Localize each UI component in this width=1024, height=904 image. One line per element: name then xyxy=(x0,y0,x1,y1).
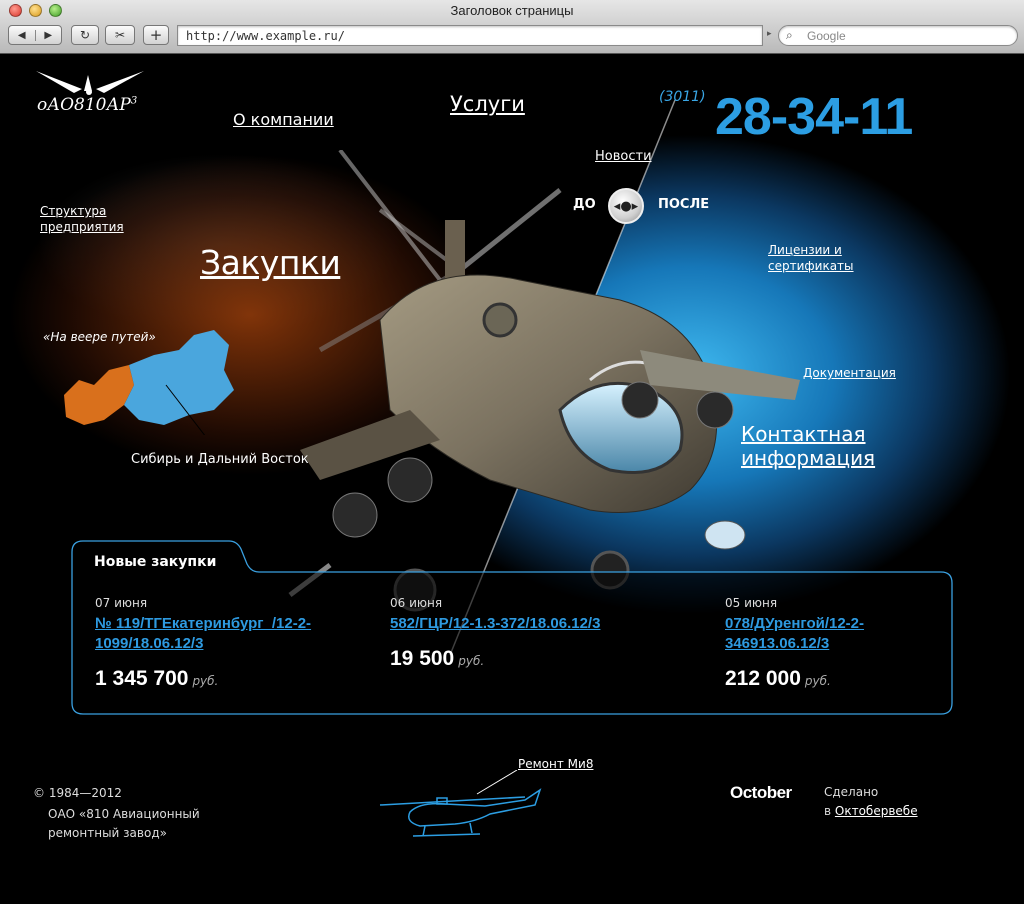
nav-link-documentation[interactable]: Документация xyxy=(803,366,896,380)
company-name: ОАО «810 Авиационный ремонтный завод» xyxy=(48,807,200,840)
new-purchases-panel: Новые закупки 07 июня № 119/ТГЕкатеринбу… xyxy=(71,540,953,715)
logo-text[interactable]: оАО810АР3 xyxy=(37,95,137,115)
made-label: Сделано xyxy=(824,785,879,799)
nav-link-purchases[interactable]: Закупки xyxy=(200,243,341,282)
made-in-line: в Октобервебе xyxy=(824,802,918,821)
phone-number: 28-34-11 xyxy=(715,88,913,146)
window-title: Заголовок страницы xyxy=(450,3,574,18)
address-bar[interactable]: http://www.example.ru/ xyxy=(177,25,763,46)
search-icon: ⌕ xyxy=(786,28,793,42)
repair-mi8-link[interactable]: Ремонт Ми8 xyxy=(518,757,593,771)
purchase-link[interactable]: 078/ДУренгой/12-2-346913.06.12/3 xyxy=(725,614,935,654)
nav-link-contacts[interactable]: Контактная информация xyxy=(741,422,901,470)
purchase-currency: руб. xyxy=(192,674,219,688)
snapback-button[interactable]: ✂ xyxy=(105,25,135,45)
october-logo[interactable]: October xyxy=(730,783,792,803)
search-field[interactable]: Google xyxy=(778,25,1018,46)
purchase-amount: 19 500 xyxy=(390,647,455,670)
back-arrow-icon[interactable]: ◀ xyxy=(9,30,35,41)
purchase-amount: 212 000 xyxy=(725,667,801,690)
purchase-item: 05 июня 078/ДУренгой/12-2-346913.06.12/3… xyxy=(725,596,935,691)
nav-link-structure[interactable]: Структура предприятия xyxy=(40,203,130,235)
after-label: ПОСЛЕ xyxy=(658,197,710,212)
purchase-item: 07 июня № 119/ТГЕкатеринбург_/12-2-1099/… xyxy=(95,596,325,691)
purchase-currency: руб. xyxy=(804,674,831,688)
webclip-icon: ✂ xyxy=(114,28,126,42)
purchase-sum: 1 345 700 руб. xyxy=(95,667,325,691)
developer-link[interactable]: Октобервебе xyxy=(835,804,918,818)
purchase-date: 07 июня xyxy=(95,596,148,610)
purchase-amount: 1 345 700 xyxy=(95,667,189,690)
before-after-toggle[interactable]: ◂●▸ xyxy=(608,188,644,224)
before-label: ДО xyxy=(573,197,596,212)
logo-wordmark: оАО810АР xyxy=(37,95,131,115)
forward-arrow-icon[interactable]: ▶ xyxy=(34,29,62,41)
plus-icon: + xyxy=(149,26,163,44)
reload-button[interactable]: ↻ xyxy=(71,25,99,45)
nav-link-news[interactable]: Новости xyxy=(595,149,652,164)
purchase-item: 06 июня 582/ГЦР/12-1.3-372/18.06.12/3 19… xyxy=(390,596,610,671)
phone-area-code: (3011) xyxy=(659,89,706,105)
purchase-sum: 19 500 руб. xyxy=(390,647,610,671)
logo-superscript: 3 xyxy=(130,95,138,107)
motto-text: «На веере путей» xyxy=(43,330,156,344)
browser-toolbar: Заголовок страницы ◀ ▶ ↻ ✂ + http://www.… xyxy=(0,0,1024,54)
purchase-date: 06 июня xyxy=(390,596,443,610)
nav-link-licenses[interactable]: Лицензии и сертификаты xyxy=(768,242,868,274)
add-bookmark-button[interactable]: + xyxy=(143,25,169,45)
made-by-credit: Сделано в Октобервебе xyxy=(824,783,918,821)
purchase-date: 05 июня xyxy=(725,596,778,610)
purchase-link[interactable]: № 119/ТГЕкатеринбург_/12-2-1099/18.06.12… xyxy=(95,614,325,654)
copyright: © 1984—2012 xyxy=(33,786,122,800)
reload-icon: ↻ xyxy=(79,28,91,42)
purchase-link[interactable]: 582/ГЦР/12-1.3-372/18.06.12/3 xyxy=(390,614,610,634)
web-page: оАО810АР3 О компании Услуги Новости Стру… xyxy=(0,55,1024,904)
toggle-arrows-icon: ◂●▸ xyxy=(613,198,639,214)
nav-link-about[interactable]: О компании xyxy=(233,110,334,129)
back-forward-group: ◀ ▶ xyxy=(8,25,62,45)
panel-title: Новые закупки xyxy=(94,554,217,570)
address-dropdown-icon[interactable]: ▸ xyxy=(767,29,772,39)
made-in-prefix: в xyxy=(824,804,832,818)
helicopter-outline-icon[interactable] xyxy=(375,770,545,845)
purchase-currency: руб. xyxy=(458,654,485,668)
purchase-sum: 212 000 руб. xyxy=(725,667,935,691)
nav-link-services[interactable]: Услуги xyxy=(450,92,525,116)
region-label: Сибирь и Дальний Восток xyxy=(131,452,309,467)
